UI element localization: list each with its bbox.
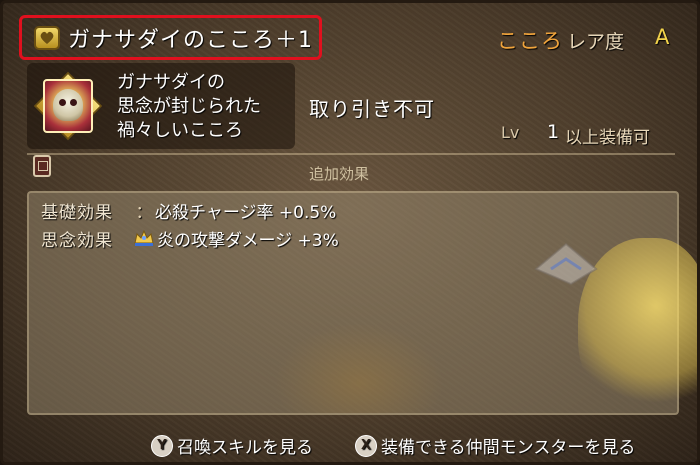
item-description-line: ガナサダイの — [117, 72, 225, 93]
skull-portrait-icon — [53, 89, 83, 121]
crown-icon — [133, 229, 155, 247]
item-description-line: 禍々しいこころ — [117, 120, 243, 141]
section-divider — [27, 153, 675, 155]
summon-skill-hint[interactable]: Y 召喚スキルを見る — [151, 433, 313, 458]
effect-separator: ： — [135, 202, 153, 223]
category-label: こころ — [497, 29, 563, 53]
equip-requirement: 以上装備可 — [565, 128, 650, 148]
item-detail-window: ガナサダイのこころ＋1 こころ レア度 A ガナサダイの 思念が封じられた 禍々… — [0, 0, 700, 465]
effect-row-base: 基礎効果 ： 必殺チャージ率 +0.5% — [41, 199, 337, 223]
item-title-highlight: ガナサダイのこころ＋1 — [19, 15, 322, 60]
item-portrait — [33, 67, 103, 145]
effect-name: 基礎効果 — [41, 202, 113, 223]
mascot-hat-icon — [534, 242, 598, 286]
rarity-value: A — [655, 25, 670, 49]
level-label: Lv — [501, 123, 520, 142]
effect-value: 炎の攻撃ダメージ +3% — [157, 230, 339, 251]
x-button-icon: X — [355, 434, 377, 457]
summon-skill-label: 召喚スキルを見る — [177, 438, 313, 458]
effect-row-shinen: 思念効果 炎の攻撃ダメージ +3% — [41, 227, 339, 251]
book-icon[interactable] — [33, 155, 51, 177]
equippable-monsters-label: 装備できる仲間モンスターを見る — [381, 438, 636, 458]
trade-status: 取り引き不可 — [309, 97, 435, 121]
effect-value: 必殺チャージ率 +0.5% — [155, 202, 337, 223]
y-button-icon: Y — [151, 434, 173, 457]
effect-name: 思念効果 — [41, 230, 113, 251]
equippable-monsters-hint[interactable]: X 装備できる仲間モンスターを見る — [355, 433, 635, 458]
effects-header: 追加効果 — [309, 165, 370, 183]
item-description-line: 思念が封じられた — [117, 96, 261, 117]
heart-icon — [34, 25, 60, 50]
item-info-panel: ガナサダイの 思念が封じられた 禍々しいこころ — [27, 63, 295, 149]
rarity-label: レア度 — [567, 31, 625, 53]
level-value: 1 — [547, 121, 560, 143]
item-title: ガナサダイのこころ＋1 — [68, 27, 313, 53]
item-description: ガナサダイの 思念が封じられた 禍々しいこころ — [117, 71, 287, 143]
